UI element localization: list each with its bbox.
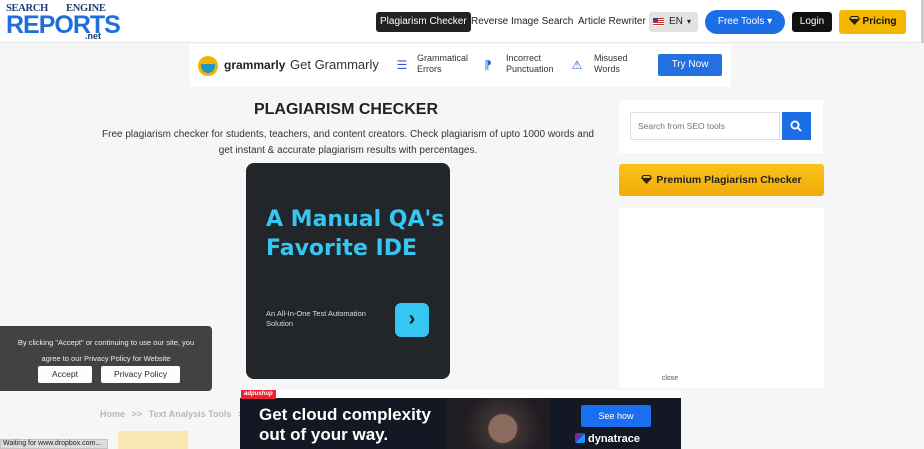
ad-headline: A Manual QA's Favorite IDE: [266, 207, 445, 261]
search-icon: [790, 120, 802, 132]
grammarly-logo-icon: [198, 56, 218, 76]
diamond-icon: [641, 175, 653, 184]
chevron-down-icon: ▾: [687, 17, 692, 26]
premium-plagiarism-checker-button[interactable]: Premium Plagiarism Checker: [619, 164, 824, 196]
nav-plagiarism-checker[interactable]: Plagiarism Checker: [376, 12, 471, 32]
nav-reverse-image-search[interactable]: Reverse Image Search: [471, 12, 573, 32]
breadcrumb-home[interactable]: Home: [100, 409, 125, 419]
ad2-headline: Get cloud complexity out of your way.: [259, 405, 431, 444]
breadcrumb: Home >> Text Analysis Tools >>: [100, 409, 248, 419]
free-tools-button[interactable]: Free Tools ▾: [705, 10, 785, 34]
grammarly-name: grammarly: [224, 58, 286, 72]
list-icon: ☰: [396, 58, 408, 72]
grammarly-get-text: Get Grammarly: [290, 57, 379, 72]
close-ad-button[interactable]: close: [659, 374, 681, 384]
diamond-icon: [848, 16, 860, 25]
qa-ide-ad[interactable]: A Manual QA's Favorite IDE An All-In-One …: [246, 163, 450, 379]
try-now-button[interactable]: Try Now: [658, 54, 722, 76]
ad-subtext: An All-In-One Test Automation Solution: [266, 309, 366, 328]
punctuation-icon: ⁋: [484, 58, 492, 72]
site-logo[interactable]: SEARCH ENGINE REPORTS .net: [6, 3, 121, 41]
cookie-banner: By clicking "Accept" or continuing to us…: [0, 326, 212, 391]
chevron-right-icon[interactable]: ›: [395, 303, 429, 337]
pricing-button[interactable]: Pricing: [839, 10, 906, 34]
warning-icon: ⚠: [571, 58, 583, 72]
feature-incorrect-punctuation: Incorrect Punctuation: [506, 53, 554, 74]
language-selector[interactable]: EN ▾: [649, 12, 698, 32]
sidebar-ad-slot: [619, 208, 824, 388]
login-button[interactable]: Login: [792, 12, 832, 32]
dynatrace-logo-icon: [575, 433, 585, 443]
seo-search-panel: [619, 100, 823, 153]
privacy-policy-button[interactable]: Privacy Policy: [101, 366, 180, 383]
search-input[interactable]: [630, 112, 780, 140]
us-flag-icon: [653, 18, 664, 26]
page-title: PLAGIARISM CHECKER: [253, 101, 438, 118]
see-how-button[interactable]: See how: [581, 405, 651, 427]
search-button[interactable]: [782, 112, 811, 140]
logo-text-reports: REPORTS: [6, 11, 121, 39]
adpushup-tag[interactable]: adpushup: [241, 390, 276, 399]
nav-article-rewriter[interactable]: Article Rewriter: [578, 12, 646, 32]
browser-status-bar: Waiting for www.dropbox.com...: [0, 439, 108, 449]
logo-text-net: .net: [85, 31, 102, 41]
pricing-label: Pricing: [862, 16, 897, 27]
dynatrace-ad[interactable]: adpushup Get cloud complexity out of your…: [240, 390, 681, 449]
accept-button[interactable]: Accept: [38, 366, 92, 383]
feature-grammatical-errors: Grammatical Errors: [417, 53, 469, 74]
breadcrumb-separator: >>: [131, 409, 143, 419]
breadcrumb-category[interactable]: Text Analysis Tools: [149, 409, 232, 419]
language-code: EN: [669, 16, 683, 27]
site-header: SEARCH ENGINE REPORTS .net Plagiarism Ch…: [0, 0, 924, 43]
feature-misused-words: Misused Words: [594, 53, 628, 74]
hidden-content-strip: [118, 431, 188, 449]
premium-label: Premium Plagiarism Checker: [656, 174, 802, 186]
grammarly-ad[interactable]: grammarly Get Grammarly ☰ Grammatical Err…: [190, 44, 731, 87]
page-description: Free plagiarism checker for students, te…: [102, 129, 594, 156]
cookie-message: By clicking "Accept" or continuing to us…: [17, 338, 195, 363]
dynatrace-brand: dynatrace: [588, 433, 640, 445]
